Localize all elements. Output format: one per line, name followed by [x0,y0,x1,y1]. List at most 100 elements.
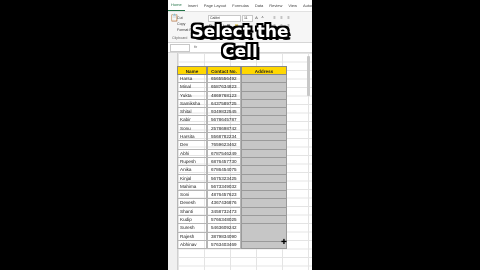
contact-cell[interactable]: 5675323425 [207,174,241,183]
contact-cell[interactable]: 9349832545 [207,108,241,117]
tab-data[interactable]: Data [252,0,266,11]
header-address[interactable]: Address [241,66,287,75]
tab-formulas[interactable]: Formulas [229,0,252,11]
table-row: Kudip 5766348025 [177,216,287,225]
table-row: Devesh 4367436876 [177,199,287,208]
name-cell[interactable]: Kudip [177,216,207,225]
name-cell[interactable]: Rajesh [177,232,207,241]
name-cell[interactable]: Suresh [177,224,207,233]
table-row: Rupesh 6876457730 [177,157,287,167]
contact-cell[interactable]: 5568782234 [207,133,241,142]
contact-cell[interactable]: 5463609242 [207,224,241,233]
table-row: Abhi 6787546249 [177,149,287,158]
contact-cell[interactable]: 6787546249 [207,149,241,158]
name-cell[interactable]: Abhi [177,149,207,158]
contact-cell[interactable]: 4869768123 [207,91,241,100]
decrease-font-icon[interactable]: A [260,15,265,20]
address-cell[interactable] [241,207,287,217]
name-cell[interactable]: Devesh [177,199,207,208]
table-row: Shital 9349832545 [177,108,287,117]
font-size-select[interactable]: 11 [242,15,253,22]
font-name-select[interactable]: Calibri [208,15,241,22]
table-row: Samiksha 6437589725 [177,99,287,109]
contact-cell[interactable]: 5766348025 [207,216,241,225]
tab-insert[interactable]: Insert [185,0,201,11]
contact-cell[interactable]: 4367436876 [207,199,241,208]
address-cell[interactable] [241,75,287,84]
table-row: Mahima 5673349032 [177,182,287,192]
address-cell[interactable] [241,141,287,150]
overlay-title: Select the Cell [191,22,289,62]
table-row: Shanti 3458732473 [177,207,287,217]
contact-cell[interactable]: 3879834090 [207,232,241,241]
tab-view[interactable]: View [285,0,300,11]
tab-home[interactable]: Home [168,0,185,11]
contact-cell[interactable]: 6786454075 [207,166,241,175]
table-row: Abhinav 5763403469 [177,240,287,250]
name-cell[interactable]: Kabir [177,116,207,125]
name-cell[interactable]: Harsita [177,133,207,142]
name-cell[interactable]: Shanti [177,207,207,217]
align-bottom-icon[interactable]: ≡ [286,15,291,20]
name-cell[interactable]: Kinjal [177,174,207,183]
table-row: Harsita 5568782234 [177,133,287,142]
name-cell[interactable]: Anika [177,166,207,175]
table-row: Harsa 6565556492 [177,75,287,84]
name-cell[interactable]: Shital [177,108,207,117]
address-cell[interactable] [241,108,287,117]
name-cell[interactable]: Rupesh [177,157,207,167]
contact-cell[interactable]: 6565556492 [207,75,241,84]
address-cell[interactable] [241,182,287,192]
tab-automate[interactable]: Automate [300,0,312,11]
address-cell[interactable] [241,91,287,100]
address-cell[interactable] [241,133,287,142]
contact-cell[interactable]: 5673349032 [207,182,241,192]
name-cell[interactable]: Minal [177,83,207,92]
contact-cell[interactable]: 6876457730 [207,157,241,167]
name-cell[interactable]: Mahima [177,182,207,192]
table-row: Anika 6786454075 [177,166,287,175]
table-row: Yukta 4869768123 [177,91,287,100]
align-top-icon[interactable]: ≡ [272,15,277,20]
table-row: Soni 4876457623 [177,191,287,200]
address-cell[interactable] [241,166,287,175]
name-cell[interactable]: Samiksha [177,99,207,109]
table-row: Sonu 2578698742 [177,124,287,134]
cursor-icon: ✚ [281,239,287,246]
ribbon-tabs: Home Insert Page Layout Formulas Data Re… [168,0,312,12]
address-cell[interactable] [241,199,287,208]
address-cell[interactable] [241,216,287,225]
name-cell[interactable]: Yukta [177,91,207,100]
contact-cell[interactable]: 5763403469 [207,240,241,250]
table-body: Harsa 6565556492 Minal 6587634823 Yukta 48697… [177,75,287,250]
table-row: Kinjal 5675323425 [177,174,287,183]
cut-button[interactable]: Cut [177,16,183,20]
contact-cell[interactable]: 5678645787 [207,116,241,125]
address-cell[interactable] [241,149,287,158]
contact-cell[interactable]: 3458732473 [207,207,241,217]
header-contact[interactable]: Contact No. [207,66,241,75]
name-cell[interactable]: Soni [177,191,207,200]
contact-cell[interactable]: 7659623462 [207,141,241,150]
name-cell[interactable]: Sonu [177,124,207,134]
address-cell[interactable] [241,174,287,183]
tab-review[interactable]: Review [266,0,285,11]
contact-cell[interactable]: 6587634823 [207,83,241,92]
contact-cell[interactable]: 4876457623 [207,191,241,200]
contact-cell[interactable]: 2578698742 [207,124,241,134]
tab-page-layout[interactable]: Page Layout [201,0,229,11]
increase-font-icon[interactable]: A [254,15,259,20]
align-middle-icon[interactable]: ≡ [279,15,284,20]
address-cell[interactable] [241,191,287,200]
header-name[interactable]: Name [177,66,207,75]
name-cell[interactable]: Harsa [177,75,207,84]
address-cell[interactable] [241,124,287,134]
address-cell[interactable] [241,83,287,92]
address-cell[interactable] [241,157,287,167]
address-cell[interactable] [241,99,287,109]
name-cell[interactable]: Dev [177,141,207,150]
name-cell[interactable]: Abhinav [177,240,207,250]
contact-cell[interactable]: 6437589725 [207,99,241,109]
vertical-scrollbar[interactable] [307,56,310,96]
address-cell[interactable] [241,116,287,125]
